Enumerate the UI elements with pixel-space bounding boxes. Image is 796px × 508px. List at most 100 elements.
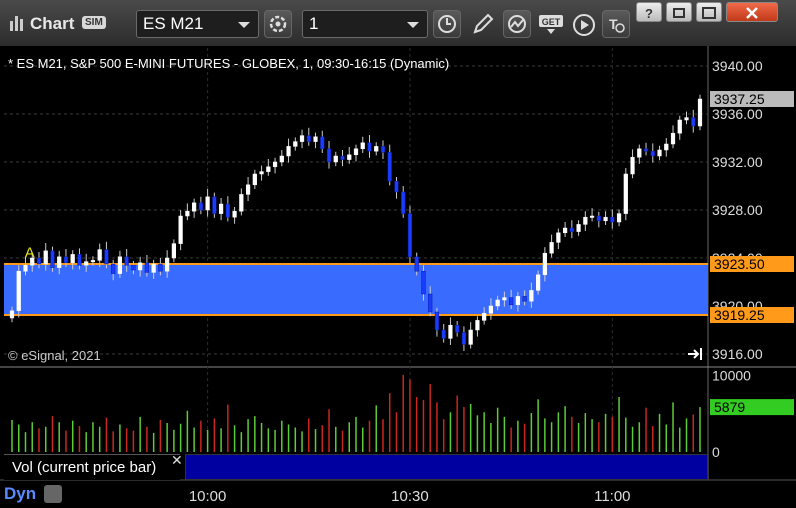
close-button[interactable] bbox=[726, 2, 778, 22]
candle bbox=[522, 296, 527, 302]
volume-input-bar[interactable] bbox=[185, 454, 708, 480]
candle bbox=[144, 262, 150, 273]
candle bbox=[670, 132, 676, 145]
candle bbox=[407, 213, 413, 258]
candle bbox=[306, 135, 311, 142]
symbol-dropdown[interactable]: ES M21 bbox=[136, 10, 259, 38]
candle bbox=[299, 135, 305, 142]
candle bbox=[482, 312, 487, 321]
maximize-button[interactable] bbox=[696, 2, 722, 22]
study-icon bbox=[508, 15, 526, 33]
candle bbox=[441, 329, 446, 339]
candle bbox=[84, 261, 89, 266]
interval-value: 1 bbox=[309, 14, 319, 33]
candle bbox=[326, 148, 332, 163]
time-tick-label: 11:00 bbox=[594, 488, 630, 505]
interval-dropdown[interactable]: 1 bbox=[302, 10, 428, 38]
candle bbox=[124, 256, 129, 266]
candle bbox=[313, 136, 318, 142]
candle bbox=[623, 173, 628, 214]
candle bbox=[637, 148, 642, 158]
volume-study-label[interactable]: Vol (current price bar) bbox=[4, 454, 180, 480]
candle bbox=[380, 146, 386, 153]
candle bbox=[117, 256, 123, 274]
candle bbox=[131, 264, 136, 271]
candle bbox=[171, 243, 176, 259]
restore-icon bbox=[673, 8, 685, 18]
candle bbox=[556, 232, 561, 243]
price-chart[interactable]: A 3940.003936.003932.003928.003924.00392… bbox=[0, 46, 796, 508]
clock-icon bbox=[438, 15, 456, 33]
text-icon: T bbox=[609, 16, 625, 33]
candle bbox=[158, 263, 163, 272]
restore-button[interactable] bbox=[666, 2, 692, 22]
price-tick-label: 3928.00 bbox=[712, 202, 763, 218]
candle bbox=[36, 257, 42, 265]
help-icon: ? bbox=[645, 6, 653, 20]
last-price-label: 3937.25 bbox=[714, 91, 765, 107]
candle bbox=[596, 215, 601, 222]
candle bbox=[259, 171, 264, 175]
candle bbox=[245, 184, 251, 195]
candle bbox=[225, 203, 230, 218]
candle bbox=[138, 262, 143, 271]
play-button[interactable] bbox=[569, 10, 597, 38]
candle bbox=[657, 149, 662, 157]
candle bbox=[515, 296, 520, 306]
band-lower-label: 3919.25 bbox=[714, 307, 765, 323]
symbol-value: ES M21 bbox=[143, 14, 204, 33]
close-icon[interactable]: ✕ bbox=[171, 452, 183, 469]
candle bbox=[165, 257, 170, 272]
candle bbox=[9, 310, 15, 319]
get-button[interactable]: GET bbox=[536, 10, 564, 38]
svg-text:?: ? bbox=[645, 6, 653, 20]
candle bbox=[421, 270, 426, 295]
candle bbox=[401, 191, 406, 214]
lock-icon[interactable] bbox=[44, 485, 62, 503]
get-icon: GET bbox=[539, 15, 563, 34]
price-tick-label: 3932.00 bbox=[712, 154, 763, 170]
refresh-button[interactable] bbox=[264, 10, 292, 38]
candle bbox=[475, 320, 480, 331]
play-icon bbox=[573, 14, 595, 36]
study-button[interactable] bbox=[503, 10, 531, 38]
candle bbox=[367, 142, 372, 152]
candle bbox=[333, 155, 338, 163]
candle bbox=[509, 297, 514, 306]
candle bbox=[461, 332, 467, 345]
candle bbox=[650, 150, 655, 157]
candle bbox=[252, 173, 257, 186]
draw-button[interactable] bbox=[469, 10, 497, 38]
candle bbox=[684, 117, 689, 121]
candle bbox=[616, 213, 622, 223]
candle bbox=[677, 119, 682, 134]
candle bbox=[589, 215, 595, 218]
price-tick-label: 3936.00 bbox=[712, 106, 763, 122]
candle bbox=[192, 202, 197, 212]
volume-last-label: 5879 bbox=[714, 399, 745, 415]
help-button[interactable]: ? bbox=[636, 2, 662, 22]
candle bbox=[293, 141, 298, 147]
clock-button[interactable] bbox=[433, 10, 461, 38]
candle bbox=[16, 270, 21, 312]
volume-tick-label: 0 bbox=[712, 444, 720, 460]
refresh-icon bbox=[269, 15, 287, 33]
candle bbox=[185, 210, 190, 217]
alert-marker: A bbox=[25, 245, 35, 262]
text-button[interactable]: T bbox=[602, 10, 630, 38]
price-tick-label: 3916.00 bbox=[712, 346, 763, 362]
candle bbox=[394, 180, 399, 193]
pencil-icon bbox=[473, 13, 494, 34]
candle bbox=[549, 242, 554, 254]
volume-tick-label: 10000 bbox=[712, 368, 751, 384]
candle bbox=[198, 202, 203, 211]
candle bbox=[414, 256, 419, 272]
candle bbox=[488, 305, 494, 314]
candle bbox=[664, 143, 669, 151]
dynamic-mode-label[interactable]: Dyn bbox=[4, 484, 36, 504]
candle bbox=[455, 324, 460, 333]
candle bbox=[239, 194, 244, 212]
candle bbox=[536, 274, 541, 291]
expand-icon[interactable] bbox=[687, 346, 703, 362]
candle bbox=[542, 252, 547, 276]
